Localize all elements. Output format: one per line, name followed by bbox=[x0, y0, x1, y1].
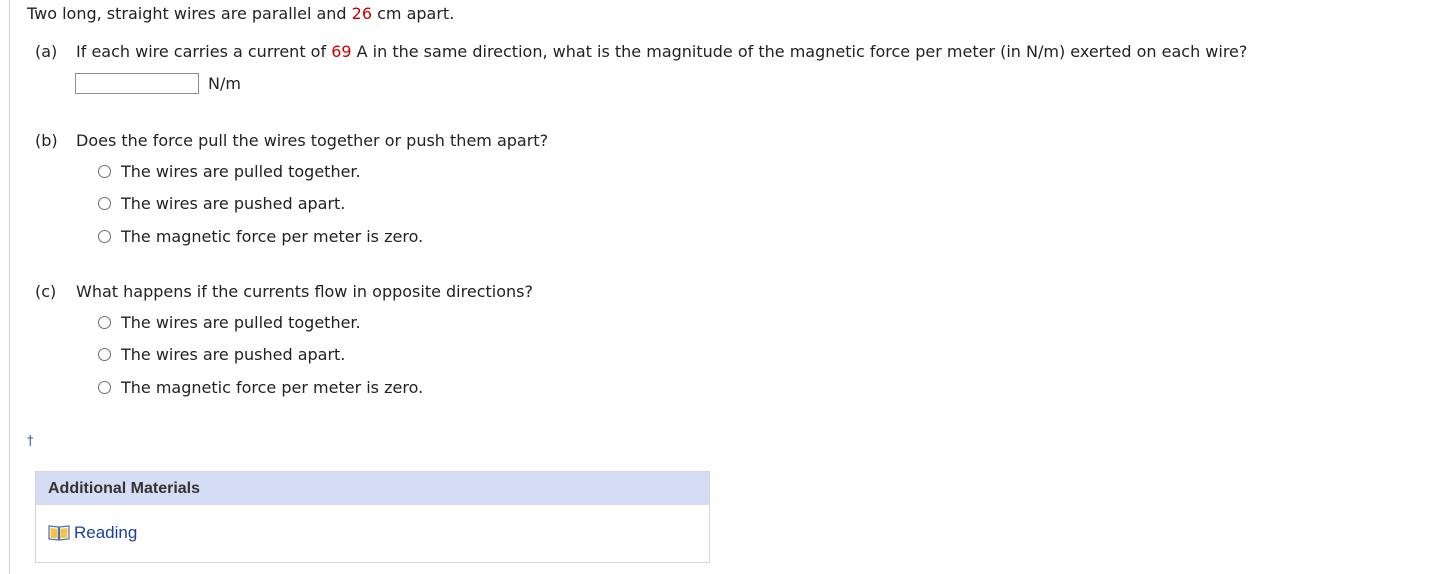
part-b-label: (b) bbox=[35, 131, 58, 150]
part-b-option-1-label[interactable]: The wires are pulled together. bbox=[121, 162, 361, 182]
intro-text: Two long, straight wires are parallel an… bbox=[27, 4, 352, 23]
part-c-question: What happens if the currents flow in opp… bbox=[76, 282, 533, 301]
part-b-option-3-label[interactable]: The magnetic force per meter is zero. bbox=[121, 227, 423, 247]
part-a-label: (a) bbox=[35, 42, 58, 61]
part-b-option-1-radio[interactable] bbox=[98, 165, 111, 178]
current-value: 69 bbox=[331, 42, 352, 61]
unit-label: N/m bbox=[208, 74, 241, 93]
part-c-option-1-radio[interactable] bbox=[98, 316, 111, 329]
part-a-question-text: If each wire carries a current of bbox=[76, 42, 332, 61]
part-b-question: Does the force pull the wires together o… bbox=[76, 131, 549, 150]
part-c-option-2-radio[interactable] bbox=[98, 348, 111, 361]
additional-materials-panel: Additional Materials Reading bbox=[35, 471, 710, 563]
part-b-option-2-radio[interactable] bbox=[98, 197, 111, 210]
book-icon bbox=[48, 525, 70, 541]
part-c-option-3-label[interactable]: The magnetic force per meter is zero. bbox=[121, 378, 423, 398]
part-c-option-2-label[interactable]: The wires are pushed apart. bbox=[121, 345, 345, 365]
additional-materials-title: Additional Materials bbox=[48, 480, 201, 497]
part-c-option-1-label[interactable]: The wires are pulled together. bbox=[121, 313, 361, 333]
footnote-marker[interactable]: † bbox=[27, 434, 34, 450]
intro-text-end: cm apart. bbox=[372, 4, 455, 23]
part-b-option-2-label[interactable]: The wires are pushed apart. bbox=[121, 194, 345, 214]
part-a-question-text-end: A in the same direction, what is the mag… bbox=[351, 42, 1248, 61]
force-per-meter-input[interactable] bbox=[75, 73, 199, 94]
part-c-option-3-radio[interactable] bbox=[98, 381, 111, 394]
problem-statement: Two long, straight wires are parallel an… bbox=[27, 4, 454, 24]
part-b-option-3-radio[interactable] bbox=[98, 230, 111, 243]
reading-link-label[interactable]: Reading bbox=[74, 523, 137, 543]
part-a-question: If each wire carries a current of 69 A i… bbox=[76, 42, 1247, 62]
distance-value: 26 bbox=[351, 4, 373, 23]
part-c-label: (c) bbox=[35, 282, 57, 301]
additional-materials-header: Additional Materials bbox=[36, 472, 709, 505]
left-margin-rule bbox=[9, 0, 10, 574]
